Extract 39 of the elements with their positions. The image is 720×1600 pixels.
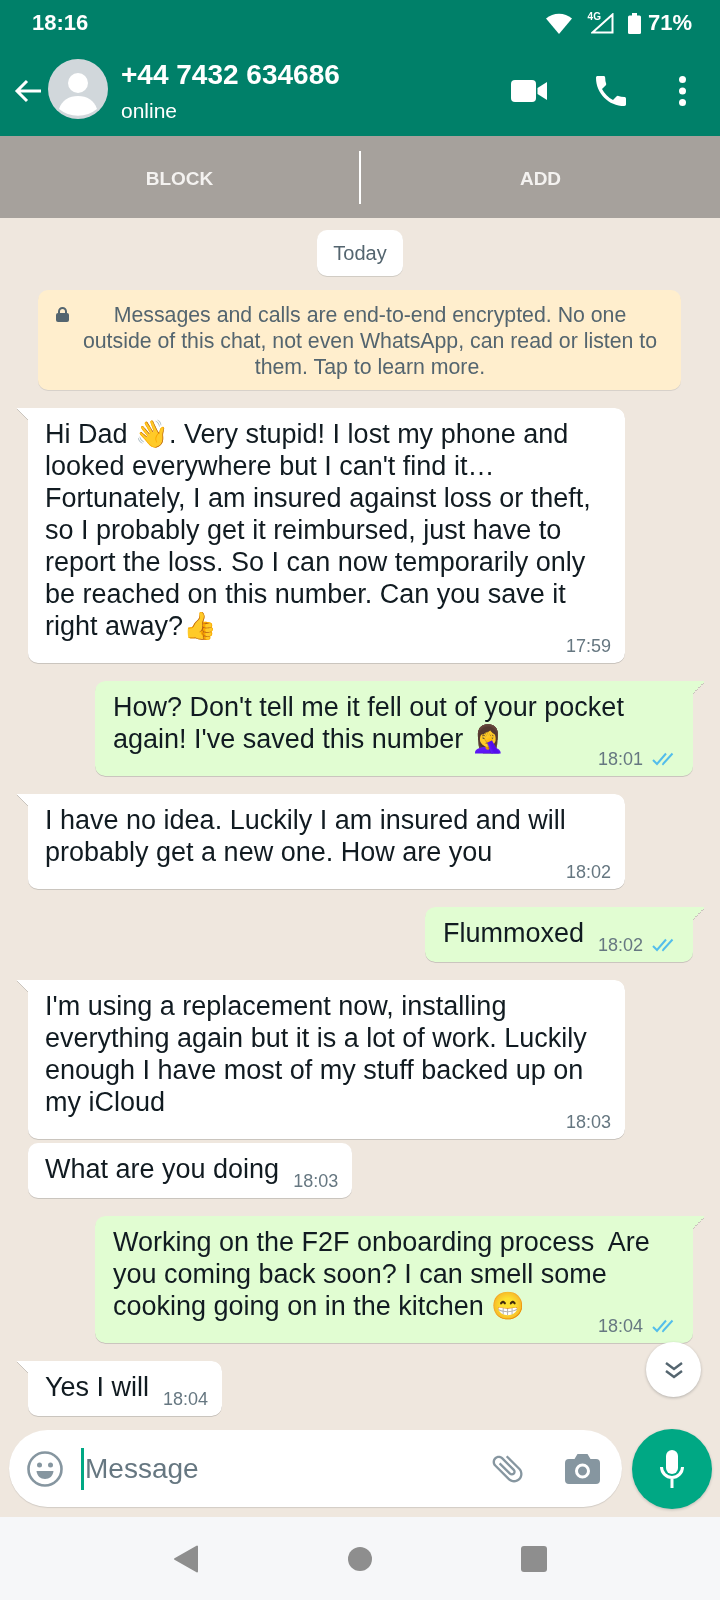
block-button[interactable]: BLOCK xyxy=(0,136,359,218)
avatar-icon[interactable] xyxy=(48,59,108,119)
back-icon[interactable] xyxy=(173,1544,199,1573)
encryption-notice[interactable]: Messages and calls are end-to-end encrypted. No one outside of this chat, not even WhatsApp, can read or listen to them. Tap to learn more. xyxy=(38,290,681,390)
message-text: What are you doing xyxy=(45,1153,280,1185)
camera-icon[interactable] xyxy=(565,1453,600,1484)
message-input[interactable]: Message xyxy=(85,1447,479,1490)
message-time: 18:02 xyxy=(565,862,611,882)
message-field[interactable]: Message xyxy=(9,1430,622,1507)
emoji-icon[interactable] xyxy=(27,1450,63,1487)
message-text: Yes I will xyxy=(45,1371,150,1403)
message-time: 18:03 xyxy=(565,1112,611,1132)
lock-icon xyxy=(56,307,69,322)
message-time: 18:04 xyxy=(597,1316,643,1336)
message-time: 17:59 xyxy=(565,636,611,656)
recents-icon[interactable] xyxy=(521,1545,547,1572)
contact-name: +44 7432 634686 xyxy=(121,58,340,91)
mic-button[interactable] xyxy=(632,1429,712,1509)
message-time: 18:01 xyxy=(597,749,643,769)
message-time: 18:04 xyxy=(163,1389,209,1409)
phone-icon[interactable] xyxy=(596,76,626,106)
message-time: 18:03 xyxy=(293,1171,339,1191)
scroll-down-button[interactable] xyxy=(646,1342,701,1397)
status-time: 18:16 xyxy=(32,10,89,36)
add-button[interactable]: ADD xyxy=(361,136,720,218)
home-icon[interactable] xyxy=(348,1546,372,1571)
message-time: 18:02 xyxy=(597,935,643,955)
video-call-icon[interactable] xyxy=(511,80,547,102)
message-text: Flummoxed xyxy=(442,917,584,949)
network-type-label: 4G xyxy=(587,11,601,22)
wifi-icon xyxy=(545,12,572,34)
more-options-icon[interactable] xyxy=(679,76,686,106)
date-chip: Today xyxy=(317,230,403,276)
contact-status: online xyxy=(121,97,179,124)
battery-percent: 71% xyxy=(647,10,692,36)
encryption-notice-text: Messages and calls are end-to-end encrypted. No one outside of this chat, not even WhatsApp, can read or listen to them. Tap to learn more. xyxy=(81,302,659,380)
message-text: I have no idea. Luckily I am insured and will probably get a new one. How are you xyxy=(45,804,567,868)
battery-icon xyxy=(627,12,641,34)
microphone-icon xyxy=(660,1450,684,1488)
